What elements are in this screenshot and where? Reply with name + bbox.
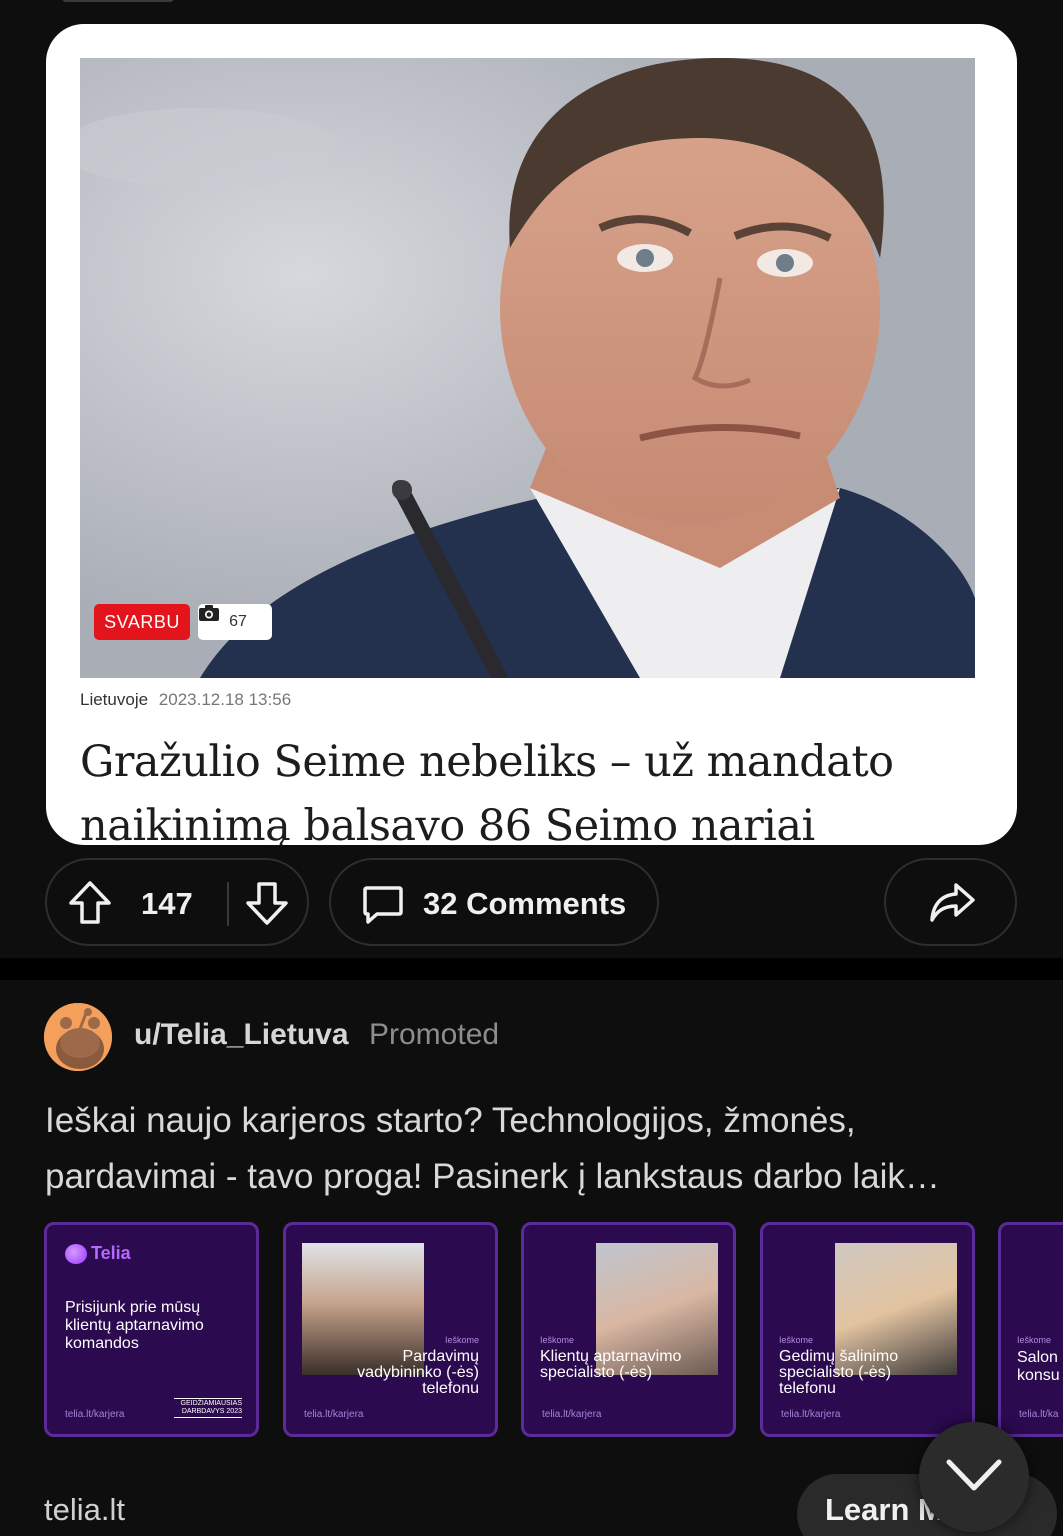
- comments-label: 32 Comments: [423, 886, 627, 921]
- tile-url: telia.lt/ka: [1019, 1409, 1059, 1420]
- ad-carousel[interactable]: Telia Prisijunk prie mūsų klientų aptarn…: [44, 1222, 1063, 1438]
- tile-title: Salon konsu: [1017, 1349, 1060, 1384]
- vote-control: 147: [45, 858, 309, 946]
- tile-url: telia.lt/karjera: [781, 1409, 841, 1420]
- article-card[interactable]: SVARBU 67 Lietuvoje 2023.12.18 13:56 Gra…: [46, 24, 1017, 845]
- tile-url: telia.lt/karjera: [65, 1409, 125, 1420]
- carousel-tile[interactable]: Ieškome Salon konsu telia.lt/ka: [998, 1222, 1063, 1437]
- promoted-text[interactable]: Ieškai naujo karjeros starto? Technologi…: [45, 1093, 1025, 1205]
- telia-logo-icon: [65, 1243, 87, 1264]
- promoted-username[interactable]: u/Telia_Lietuva: [134, 1018, 349, 1052]
- share-button[interactable]: [884, 858, 1017, 946]
- ad-domain[interactable]: telia.lt: [44, 1492, 125, 1528]
- article-photo: SVARBU 67: [80, 58, 975, 678]
- telia-logo-text: Telia: [91, 1243, 131, 1263]
- tile-seeking: Ieškome: [444, 1335, 479, 1345]
- tile-url: telia.lt/karjera: [542, 1409, 602, 1420]
- tile-url: telia.lt/karjera: [304, 1409, 364, 1420]
- telia-logo: Telia: [65, 1243, 131, 1264]
- vote-divider: [227, 882, 229, 926]
- tile-title: Pardavimų vadybininko (-ės) telefonu: [357, 1348, 479, 1397]
- photo-count: 67: [229, 613, 247, 630]
- feed-separator: [0, 958, 1063, 980]
- tile-title: Prisijunk prie mūsų klientų aptarnavimo …: [65, 1299, 204, 1352]
- carousel-tile[interactable]: Ieškome Gedimų šalinimo specialisto (-ės…: [760, 1222, 975, 1437]
- photo-count-badge: 67: [198, 604, 272, 640]
- vote-score: 147: [141, 886, 193, 921]
- tile-seeking: Ieškome: [540, 1335, 575, 1345]
- article-meta: Lietuvoje 2023.12.18 13:56: [80, 690, 291, 710]
- tile-seeking: Ieškome: [1017, 1335, 1052, 1345]
- article-date: 2023.12.18 13:56: [158, 690, 292, 709]
- employer-award: GEIDŽIAMIAUSIAS DARBDAVYS 2023: [174, 1398, 242, 1418]
- promoted-label: Promoted: [369, 1018, 500, 1051]
- carousel-tile[interactable]: Telia Prisijunk prie mūsų klientų aptarn…: [44, 1222, 259, 1437]
- article-category: Lietuvoje: [80, 690, 149, 709]
- important-badge: SVARBU: [94, 604, 190, 640]
- share-icon: [928, 880, 976, 926]
- upvote-icon[interactable]: [67, 880, 113, 926]
- scroll-down-button[interactable]: [919, 1422, 1029, 1532]
- article-headline[interactable]: Gražulio Seime nebeliks – už mandato nai…: [80, 730, 980, 845]
- downvote-icon[interactable]: [244, 880, 290, 926]
- tile-seeking: Ieškome: [779, 1335, 814, 1345]
- tile-title: Klientų aptarnavimo specialisto (-ės): [540, 1348, 682, 1381]
- snoo-avatar-icon[interactable]: [44, 1003, 112, 1071]
- tile-title: Gedimų šalinimo specialisto (-ės) telefo…: [779, 1348, 899, 1397]
- carousel-tile[interactable]: Ieškome Pardavimų vadybininko (-ės) tele…: [283, 1222, 498, 1437]
- carousel-tile[interactable]: Ieškome Klientų aptarnavimo specialisto …: [521, 1222, 736, 1437]
- comments-button[interactable]: 32 Comments: [329, 858, 659, 946]
- top-handle: [62, 0, 174, 2]
- comment-icon: [361, 882, 405, 926]
